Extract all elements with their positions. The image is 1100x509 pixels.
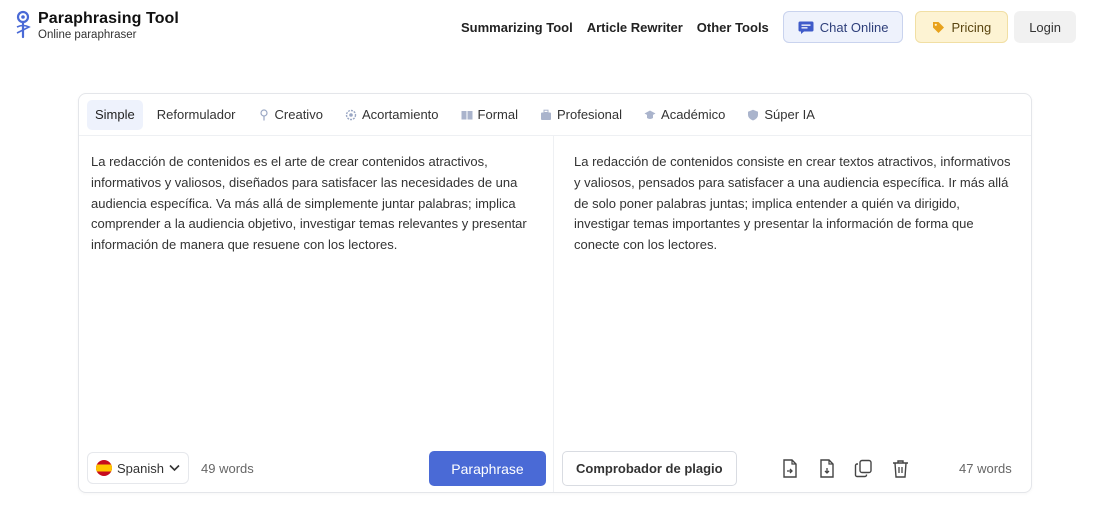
tab-label: Creativo: [274, 107, 323, 122]
chat-icon: [798, 21, 814, 34]
tab-acortamiento[interactable]: Acortamiento: [337, 100, 447, 130]
pane-divider: [553, 136, 554, 492]
copy-icon[interactable]: [852, 457, 874, 479]
trash-icon[interactable]: [889, 457, 911, 479]
header: Paraphrasing Tool Online paraphraser Sum…: [0, 0, 1100, 56]
tab-profesional[interactable]: Profesional: [532, 100, 630, 130]
pricing-label: Pricing: [951, 19, 992, 35]
tab-formal[interactable]: Formal: [453, 100, 526, 130]
briefcase-icon: [540, 109, 551, 120]
tab-label: Formal: [477, 107, 518, 122]
tab-reformulador[interactable]: Reformulador: [149, 100, 244, 130]
shield-icon: [748, 109, 759, 120]
language-select[interactable]: Spanish: [87, 452, 189, 484]
pin-icon: [259, 108, 268, 120]
tab-label: Reformulador: [156, 107, 236, 122]
export-document-icon[interactable]: [779, 457, 801, 479]
output-text[interactable]: La redacción de contenidos consiste en c…: [574, 152, 1019, 256]
tab-label: Académico: [661, 107, 726, 122]
paraphrase-card: Simple Reformulador Creativo Acortamient…: [78, 93, 1032, 493]
logo-subtitle: Online paraphraser: [38, 29, 137, 41]
output-word-count: 47 words: [959, 461, 1012, 476]
nav-article-rewriter[interactable]: Article Rewriter: [587, 20, 683, 35]
tab-simple[interactable]: Simple: [87, 99, 143, 130]
tag-icon: [933, 21, 945, 33]
chevron-down-icon: [169, 464, 180, 472]
book-icon: [461, 110, 473, 119]
logo-title: Paraphrasing Tool: [38, 10, 179, 27]
spain-flag-icon: [96, 460, 112, 476]
download-document-icon[interactable]: [816, 457, 838, 479]
login-button[interactable]: Login: [1014, 11, 1076, 43]
tab-academico[interactable]: Académico: [636, 100, 733, 130]
input-word-count: 49 words: [201, 461, 254, 476]
logo-icon: [16, 10, 31, 39]
plagiarism-checker-button[interactable]: Comprobador de plagio: [562, 451, 737, 486]
logo[interactable]: Paraphrasing Tool Online paraphraser: [12, 9, 179, 42]
graduation-cap-icon: [644, 110, 656, 119]
mode-tabs: Simple Reformulador Creativo Acortamient…: [79, 94, 1031, 136]
nav-other-tools[interactable]: Other Tools: [697, 20, 769, 35]
language-label: Spanish: [117, 460, 164, 476]
top-nav: Summarizing Tool Article Rewriter Other …: [461, 10, 1076, 44]
tab-label: Profesional: [556, 107, 623, 122]
tab-label: Acortamiento: [361, 107, 439, 122]
tab-creativo[interactable]: Creativo: [250, 100, 331, 130]
chat-online-label: Chat Online: [819, 19, 889, 35]
gear-icon: [345, 109, 357, 120]
nav-summarizing-tool[interactable]: Summarizing Tool: [461, 20, 573, 35]
tab-label: Súper IA: [764, 107, 815, 122]
tab-super-ia[interactable]: Súper IA: [739, 100, 823, 130]
chat-online-button[interactable]: Chat Online: [782, 11, 904, 43]
paraphrase-button[interactable]: Paraphrase: [429, 451, 546, 486]
tab-label: Simple: [95, 107, 135, 122]
input-textarea[interactable]: La redacción de contenidos es el arte de…: [91, 152, 541, 256]
pricing-button[interactable]: Pricing: [915, 11, 1009, 43]
